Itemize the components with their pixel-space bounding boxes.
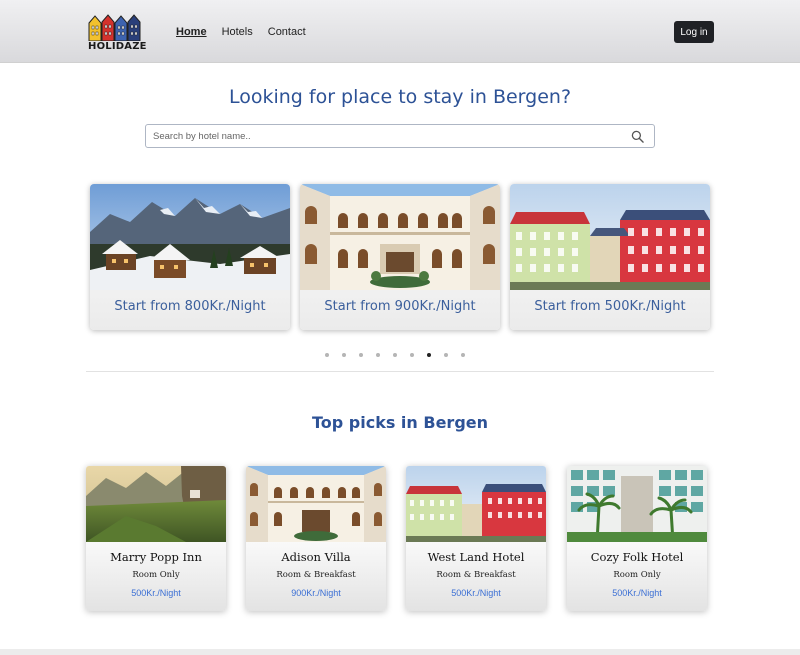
hotel-card[interactable]: Cozy Folk Hotel Room Only 500Kr./Night xyxy=(567,466,707,611)
hotel-card[interactable]: West Land Hotel Room & Breakfast 500Kr./… xyxy=(406,466,546,611)
top-picks-title: Top picks in Bergen xyxy=(311,413,489,432)
search-bar xyxy=(145,124,655,148)
carousel-dot[interactable] xyxy=(325,353,329,357)
hotel-price: 500Kr./Night xyxy=(612,588,662,598)
carousel-slide[interactable]: Start from 800Kr./Night xyxy=(90,184,290,330)
hotel-price: 500Kr./Night xyxy=(131,588,181,598)
nav-link-contact[interactable]: Contact xyxy=(268,26,306,38)
hotel-board: Room & Breakfast xyxy=(436,570,516,580)
carousel-dot[interactable] xyxy=(427,353,431,357)
carousel-indicators xyxy=(325,353,465,357)
mountain-valley-image xyxy=(86,466,226,542)
colorful-buildings-image xyxy=(510,184,710,290)
carousel-dot[interactable] xyxy=(342,353,346,357)
footer xyxy=(0,649,800,655)
carousel-slide[interactable]: Start from 500Kr./Night xyxy=(510,184,710,330)
carousel-dot[interactable] xyxy=(461,353,465,357)
navbar: HOLIDAZE Home Hotels Contact Log in xyxy=(0,0,800,63)
hotel-board: Room Only xyxy=(613,570,661,580)
carousel-caption: Start from 900Kr./Night xyxy=(324,299,476,314)
hotel-name: Cozy Folk Hotel xyxy=(590,550,684,564)
brand-logo[interactable]: HOLIDAZE xyxy=(88,14,146,54)
carousel-dot[interactable] xyxy=(410,353,414,357)
carousel-slide[interactable]: Start from 900Kr./Night xyxy=(300,184,500,330)
hotel-price: 900Kr./Night xyxy=(291,588,341,598)
hotel-price: 500Kr./Night xyxy=(451,588,501,598)
login-button[interactable]: Log in xyxy=(674,21,714,43)
hotel-name: Marry Popp Inn xyxy=(110,550,202,564)
carousel-dot[interactable] xyxy=(393,353,397,357)
hotel-board: Room Only xyxy=(132,570,180,580)
carousel-dot[interactable] xyxy=(444,353,448,357)
nav-link-hotels[interactable]: Hotels xyxy=(222,26,253,38)
courtyard-image xyxy=(246,466,386,542)
carousel-dot[interactable] xyxy=(359,353,363,357)
colorful-buildings-image xyxy=(406,466,546,542)
palm-hotel-image xyxy=(567,466,707,542)
search-input[interactable] xyxy=(153,128,613,144)
search-icon[interactable] xyxy=(631,130,644,143)
nav-link-home[interactable]: Home xyxy=(176,26,207,38)
hero-title: Looking for place to stay in Bergen? xyxy=(228,86,572,108)
carousel-caption: Start from 800Kr./Night xyxy=(114,299,266,314)
carousel-caption: Start from 500Kr./Night xyxy=(534,299,686,314)
brand-name: HOLIDAZE xyxy=(88,41,147,52)
hotel-name: West Land Hotel xyxy=(427,550,525,564)
snowy-village-image xyxy=(90,184,290,290)
section-divider xyxy=(86,371,714,372)
main-nav: Home Hotels Contact xyxy=(176,26,306,38)
carousel-dot[interactable] xyxy=(376,353,380,357)
hotel-name: Adison Villa xyxy=(281,550,351,564)
hotel-card[interactable]: Marry Popp Inn Room Only 500Kr./Night xyxy=(86,466,226,611)
hotel-board: Room & Breakfast xyxy=(276,570,356,580)
hotel-card[interactable]: Adison Villa Room & Breakfast 900Kr./Nig… xyxy=(246,466,386,611)
houses-logo-icon xyxy=(88,14,141,41)
featured-carousel: Start from 800Kr./Night Start from 900Kr… xyxy=(90,184,710,330)
courtyard-image xyxy=(300,184,500,290)
